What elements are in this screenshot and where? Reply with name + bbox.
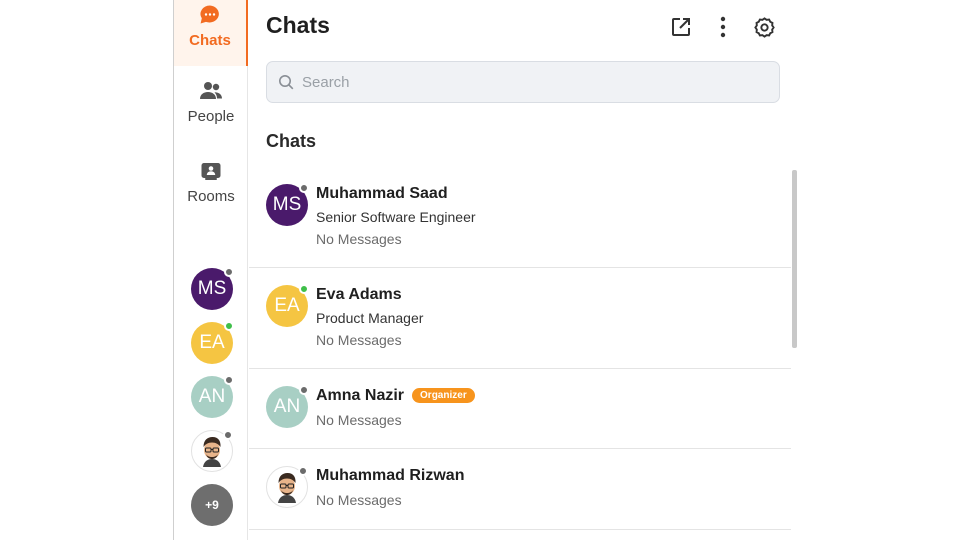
contact-name: Muhammad Rizwan xyxy=(316,467,465,484)
rail-label-rooms: Rooms xyxy=(187,188,235,205)
status-offline-dot xyxy=(299,385,309,395)
avatar: AN xyxy=(266,385,309,428)
rail-item-rooms[interactable]: Rooms xyxy=(174,160,248,205)
external-link-icon xyxy=(672,18,690,36)
contact-name: Eva Adams xyxy=(316,286,402,303)
search-input[interactable] xyxy=(302,73,762,91)
status-offline-dot xyxy=(224,267,234,277)
more-options-button[interactable] xyxy=(710,14,736,40)
last-message: No Messages xyxy=(316,332,402,348)
contact-name: Muhammad Saad xyxy=(316,185,448,202)
chat-app: Chats People Rooms MS EA AN +9 Chats Sea… xyxy=(174,0,798,540)
last-message: No Messages xyxy=(316,231,402,247)
rail-avatar-cartoon[interactable] xyxy=(191,430,233,472)
avatar: MS xyxy=(266,183,309,226)
rail-label-people: People xyxy=(187,108,235,125)
chat-list-scrollbar[interactable] xyxy=(791,168,798,540)
avatar-initials: AN xyxy=(273,396,301,417)
search-icon xyxy=(279,75,294,90)
popout-button[interactable] xyxy=(668,14,694,40)
rooms-icon xyxy=(201,163,221,180)
contact-name: Amna Nazir xyxy=(316,387,405,404)
status-online-dot xyxy=(299,284,309,294)
rail-avatar-ea[interactable]: EA xyxy=(191,321,234,364)
status-offline-dot xyxy=(298,466,308,476)
rail-label-chats: Chats xyxy=(189,32,231,49)
chat-row-eva-adams[interactable]: EA Eva Adams Product Manager No Messages xyxy=(249,268,791,369)
status-offline-dot xyxy=(224,375,234,385)
settings-button[interactable] xyxy=(751,14,777,40)
search-box[interactable] xyxy=(266,61,780,103)
rail-item-chats[interactable]: Chats xyxy=(174,0,248,66)
chat-row-muhammad-rizwan[interactable]: Muhammad Rizwan No Messages xyxy=(249,449,791,530)
avatar-initials: EA xyxy=(199,332,225,353)
chat-bubble-icon xyxy=(200,5,219,24)
more-vertical-icon xyxy=(720,16,726,38)
page-title: Chats xyxy=(266,12,330,38)
rail-avatar-an[interactable]: AN xyxy=(191,375,234,418)
status-online-dot xyxy=(224,321,234,331)
avatar: EA xyxy=(266,284,309,327)
chat-row-amna-nazir[interactable]: AN Amna Nazir Organizer No Messages xyxy=(249,369,791,449)
rail-avatar-ms[interactable]: MS xyxy=(191,267,234,310)
status-offline-dot xyxy=(299,183,309,193)
last-message: No Messages xyxy=(316,492,402,508)
avatar-initials: AN xyxy=(198,386,226,407)
contact-role: Product Manager xyxy=(316,310,424,326)
avatar xyxy=(266,466,308,508)
rail-item-people[interactable]: People xyxy=(174,80,248,125)
settings-gear-icon xyxy=(753,16,775,38)
status-offline-dot xyxy=(223,430,233,440)
organizer-badge: Organizer xyxy=(412,388,475,403)
scrollbar-thumb[interactable] xyxy=(792,170,797,348)
left-rail: Chats People Rooms MS EA AN +9 xyxy=(174,0,248,540)
contact-name-row: Amna Nazir Organizer xyxy=(316,387,475,405)
rail-more-avatars[interactable]: +9 xyxy=(191,484,233,526)
last-message: No Messages xyxy=(316,412,402,428)
avatar-initials: MS xyxy=(197,278,227,299)
chat-row-muhammad-saad[interactable]: MS Muhammad Saad Senior Software Enginee… xyxy=(249,168,791,268)
avatar-initials: MS xyxy=(272,194,302,215)
people-icon xyxy=(200,82,222,99)
avatar-initials: EA xyxy=(274,295,300,316)
more-count: +9 xyxy=(205,498,219,512)
section-title-chats: Chats xyxy=(266,131,317,151)
chat-list: MS Muhammad Saad Senior Software Enginee… xyxy=(249,168,791,540)
contact-role: Senior Software Engineer xyxy=(316,209,476,225)
